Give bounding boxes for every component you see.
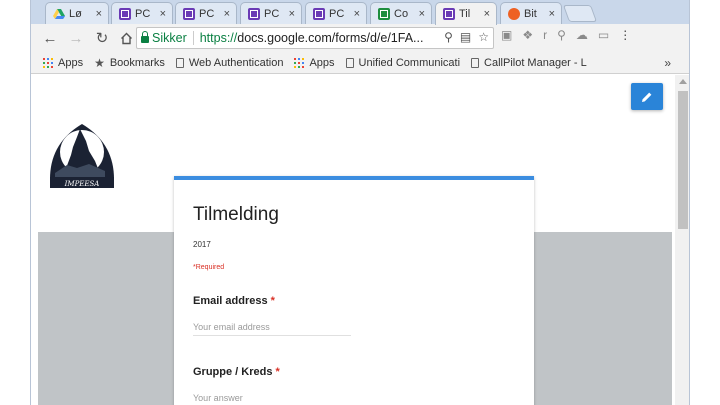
gruppe-answer-field[interactable]: Your answer [193, 393, 351, 405]
browser-window: Lø × PC × PC × PC × PC × Co × Til × Bit … [30, 0, 690, 405]
google-forms-icon [248, 7, 260, 20]
page-content: IMPEESA Tilmelding 2017 *Required Email … [31, 75, 689, 405]
tab-close-icon[interactable]: × [224, 8, 230, 20]
required-asterisk: * [275, 366, 280, 378]
tab-close-icon[interactable]: × [289, 8, 295, 20]
tab-close-icon[interactable]: × [549, 8, 555, 20]
bookmarks-overflow-icon[interactable]: » [664, 56, 671, 70]
bookmark-apps[interactable]: Apps [43, 57, 83, 69]
bookmark-label: Apps [309, 56, 335, 69]
tab-title: PC [199, 7, 215, 20]
bookmark-star-icon[interactable]: ☆ [478, 30, 489, 44]
vertical-scrollbar[interactable] [675, 75, 689, 405]
bookmark-web-authentication[interactable]: Web Authentication [175, 56, 284, 69]
page-icon [345, 57, 354, 68]
bookmark-apps-2[interactable]: Apps [294, 56, 335, 69]
url-scheme: https:// [199, 31, 238, 45]
google-forms-icon [313, 7, 325, 20]
google-drive-icon [53, 8, 65, 20]
back-arrow-icon[interactable]: ← [39, 27, 61, 49]
tab-title: PC [135, 7, 151, 20]
bookmark-label: Web Authentication [188, 56, 284, 69]
bookmark-callpilot[interactable]: CallPilot Manager - L [471, 57, 587, 69]
address-bar[interactable]: Sikker https:// docs.google.com/forms/d/… [136, 27, 494, 49]
extension-search-icon[interactable]: ⚲ [557, 28, 566, 42]
edit-form-button[interactable] [631, 83, 663, 110]
tab-forms-2[interactable]: PC × [175, 2, 237, 24]
pencil-icon [642, 92, 652, 102]
tab-close-icon[interactable]: × [160, 8, 166, 20]
tab-forms-4[interactable]: PC × [305, 2, 367, 24]
tab-title: PC [329, 7, 345, 20]
google-sheets-icon [378, 7, 390, 20]
secure-label: Sikker [152, 31, 187, 45]
email-question-label: Email address * [193, 295, 275, 307]
bookmark-label: Unified Communicati [358, 56, 461, 69]
menu-dots-icon[interactable]: ⋮ [619, 28, 631, 42]
apps-grid-icon [294, 57, 305, 68]
bitly-icon [508, 7, 520, 20]
lock-icon [141, 31, 149, 43]
bookmarks-bar: Apps ★ Bookmarks Web Authentication Apps… [31, 52, 689, 74]
url-text: docs.google.com/forms/d/e/1FA... [237, 31, 424, 45]
browser-toolbar: ← → ↻ Sikker https:// docs.google.com/fo… [31, 24, 689, 52]
question-text: Email address [193, 295, 268, 307]
new-tab-button[interactable] [562, 5, 598, 22]
forward-arrow-icon[interactable]: → [65, 27, 87, 49]
tab-title: Bit [524, 7, 537, 20]
tab-title: PC [264, 7, 280, 20]
tab-forms-1[interactable]: PC × [111, 2, 173, 24]
form-description: 2017 [193, 240, 211, 249]
email-field[interactable]: Your email address [193, 322, 351, 336]
home-icon[interactable] [115, 27, 137, 49]
bookmark-unified-communications[interactable]: Unified Communicati [345, 56, 461, 69]
tab-title: Til [459, 8, 471, 20]
extension-box-icon[interactable]: ▣ [501, 28, 512, 42]
google-forms-icon [443, 8, 455, 20]
logo-text: IMPEESA [64, 180, 100, 188]
cast-icon[interactable]: ▭ [598, 28, 609, 42]
tab-title: Co [394, 7, 409, 20]
gruppe-question-label: Gruppe / Kreds * [193, 366, 280, 378]
google-forms-icon [183, 7, 195, 20]
dropbox-icon[interactable]: ❖ [522, 28, 533, 42]
tab-bitly[interactable]: Bit × [500, 2, 562, 24]
secure-indicator[interactable]: Sikker [141, 31, 187, 45]
page-icon [175, 57, 184, 68]
form-card: Tilmelding 2017 *Required Email address … [174, 176, 534, 405]
scrollbar-thumb[interactable] [678, 91, 688, 229]
tab-forms-3[interactable]: PC × [240, 2, 302, 24]
bookmark-label: Bookmarks [109, 56, 165, 69]
extension-r-icon[interactable]: r [543, 28, 547, 42]
divider [192, 31, 194, 45]
tab-forms-active[interactable]: Til × [435, 2, 497, 25]
required-note: *Required [193, 264, 225, 271]
bookmark-bookmarks[interactable]: ★ Bookmarks [94, 56, 165, 70]
tab-close-icon[interactable]: × [484, 8, 490, 20]
tab-close-icon[interactable]: × [354, 8, 360, 20]
tab-close-icon[interactable]: × [419, 8, 425, 20]
omnibox-icons: ⚲ ▤ ☆ [444, 30, 489, 44]
tab-strip: Lø × PC × PC × PC × PC × Co × Til × Bit … [31, 0, 689, 25]
scroll-up-arrow-icon[interactable] [679, 79, 687, 84]
page-icon [471, 57, 480, 68]
required-asterisk: * [270, 295, 275, 307]
google-forms-icon [119, 7, 131, 20]
apps-grid-icon [43, 57, 53, 68]
tab-drive[interactable]: Lø × [45, 2, 109, 24]
reload-icon[interactable]: ↻ [91, 27, 113, 49]
tab-sheets[interactable]: Co × [370, 2, 432, 24]
translate-icon[interactable]: ▤ [460, 30, 471, 44]
extension-icons: ▣ ❖ r ⚲ ☁ ▭ ⋮ [501, 28, 631, 42]
impeesa-logo: IMPEESA [47, 121, 117, 191]
tab-close-icon[interactable]: × [96, 8, 102, 20]
bookmark-label: Apps [58, 56, 84, 69]
question-text: Gruppe / Kreds [193, 366, 273, 378]
form-title: Tilmelding [193, 204, 279, 225]
tab-title: Lø [69, 7, 82, 20]
star-icon: ★ [94, 55, 105, 70]
bookmark-label: CallPilot Manager - L [484, 56, 587, 69]
zoom-icon[interactable]: ⚲ [444, 30, 453, 44]
extension-cloud-icon[interactable]: ☁ [576, 28, 588, 42]
